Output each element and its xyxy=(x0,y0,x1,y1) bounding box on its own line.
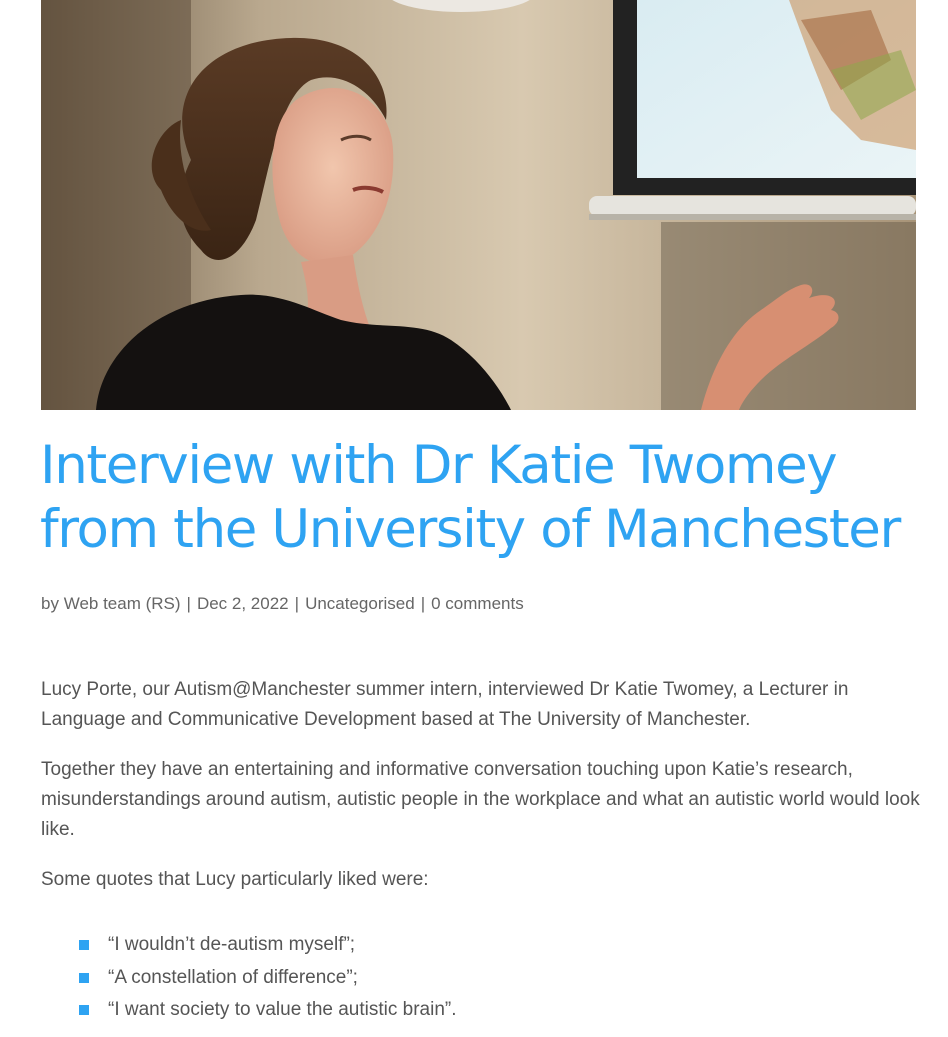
by-label: by xyxy=(41,594,59,613)
meta-separator: | xyxy=(186,594,191,613)
author-link[interactable]: Web team (RS) xyxy=(64,594,181,613)
post-date: Dec 2, 2022 xyxy=(196,594,289,613)
quotes-list: “I wouldn’t de-autism myself”; “A conste… xyxy=(41,929,921,1027)
list-item: “I wouldn’t de-autism myself”; xyxy=(79,929,921,962)
square-bullet-icon xyxy=(79,1005,89,1015)
paragraph-quotes-lead: Some quotes that Lucy particularly liked… xyxy=(41,869,429,890)
post-title: Interview with Dr Katie Twomey from the … xyxy=(40,435,901,560)
square-bullet-icon xyxy=(79,940,89,950)
paragraph-conversation: Together they have an entertaining and i… xyxy=(41,759,920,840)
hero-photo xyxy=(41,0,916,410)
quote-text: “A constellation of difference”; xyxy=(108,966,358,988)
meta-separator: | xyxy=(420,594,426,613)
list-item: “I want society to value the autistic br… xyxy=(79,994,921,1027)
quote-text: “I want society to value the autistic br… xyxy=(108,999,457,1020)
list-item: “A constellation of difference”; xyxy=(79,962,921,995)
post-meta: by Web team (RS) | Dec 2, 2022 | Uncategoris… xyxy=(41,592,524,616)
paragraph-intro: Lucy Porte, our Autism@Manchester summer… xyxy=(41,679,849,730)
hero-image xyxy=(41,0,916,410)
post-content: Lucy Porte, our Autism@Manchester summer… xyxy=(41,675,921,1027)
comments-link[interactable]: 0 comments xyxy=(431,594,524,613)
quote-text: “I wouldn’t de-autism myself”; xyxy=(108,934,356,955)
square-bullet-icon xyxy=(79,972,89,983)
meta-separator: | xyxy=(294,594,300,613)
category-link[interactable]: Uncategorised xyxy=(305,594,415,613)
